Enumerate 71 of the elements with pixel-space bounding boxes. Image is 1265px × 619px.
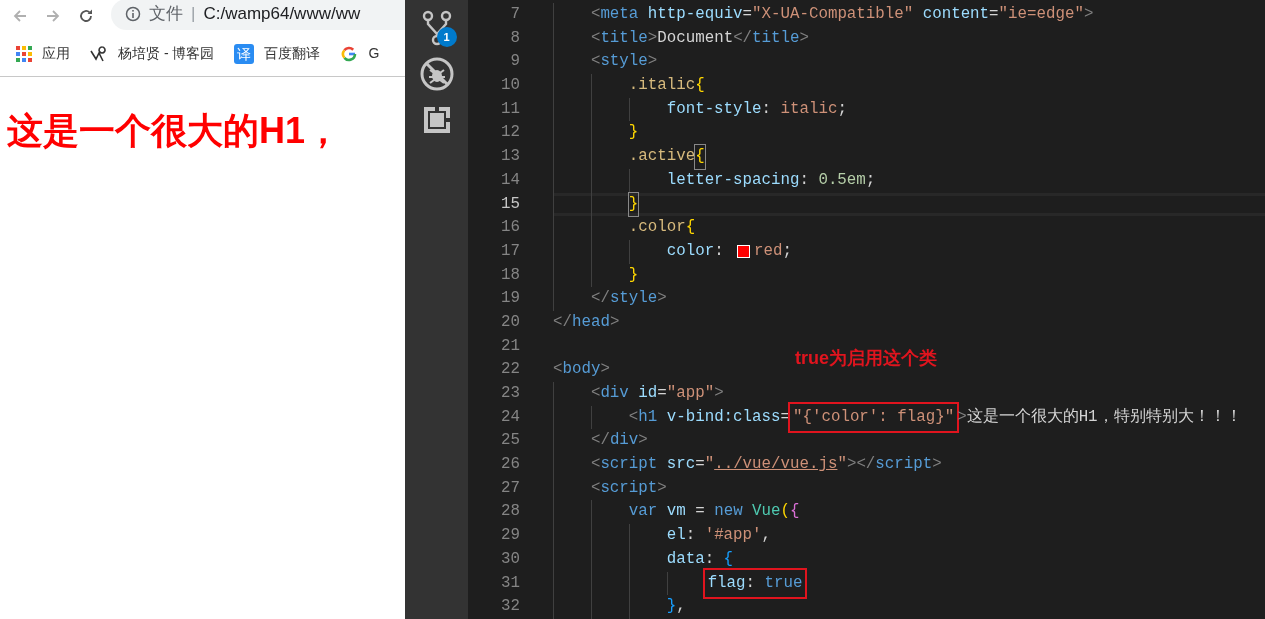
- code-text: </style>: [590, 288, 667, 310]
- code-text: red;: [754, 240, 793, 262]
- line-number: 24: [500, 406, 520, 428]
- code-text: flag: true: [704, 569, 806, 598]
- line-number: 20: [500, 311, 520, 333]
- line-number: 32: [500, 596, 520, 618]
- translate-icon: 译: [234, 43, 255, 64]
- code-text: <div id="app">: [590, 383, 724, 404]
- line-number: 15: [500, 193, 520, 215]
- bookmark[interactable]: 应用: [16, 43, 70, 64]
- code-text: data: {: [666, 548, 734, 570]
- apps-grid-icon: [16, 45, 32, 62]
- g-logo-icon: [340, 44, 359, 63]
- code-text: <meta http-equiv="X-UA-Compatible" content="ie=edge">: [590, 4, 1094, 25]
- line-number: 18: [500, 264, 520, 286]
- separator-mark: |: [191, 3, 196, 26]
- scheme-label: 文件: [149, 3, 183, 26]
- extensions-icon[interactable]: [421, 105, 452, 135]
- line-number: 23: [500, 383, 520, 404]
- line-number: 19: [500, 288, 520, 310]
- bookmark[interactable]: 译 百度翻译: [234, 43, 321, 64]
- code-text: </div>: [590, 430, 648, 452]
- bookmark[interactable]: 杨培贤 - 博客园: [90, 43, 215, 64]
- figure-icon: [90, 44, 108, 63]
- line-number: 16: [500, 217, 520, 239]
- line-number: 7: [509, 4, 520, 25]
- line-number: 10: [500, 75, 520, 97]
- line-number: 26: [500, 454, 520, 476]
- bookmark[interactable]: G: [340, 43, 380, 64]
- url-text: C:/wamp64/www/ww: [203, 3, 361, 26]
- code-text: },: [666, 596, 686, 618]
- code-text: font-style: italic;: [666, 98, 847, 120]
- source-control-icon[interactable]: [420, 10, 453, 46]
- code-text: .italic{: [628, 75, 705, 97]
- code-text: el: '#app',: [666, 525, 772, 547]
- code-text: </head>: [553, 311, 620, 333]
- code-text: }: [628, 192, 639, 217]
- code-text: <script>: [590, 477, 667, 499]
- line-number: 8: [509, 27, 520, 49]
- line-number: 30: [500, 548, 520, 570]
- page-heading: 这是一个很大的H1，: [7, 109, 343, 153]
- line-number: 22: [500, 359, 520, 381]
- line-number: 14: [500, 169, 520, 191]
- line-number: 31: [500, 572, 520, 594]
- line-number: 17: [500, 240, 520, 262]
- code-text: letter-spacing: 0.5em;: [666, 169, 876, 191]
- code-text: color:: [666, 240, 725, 262]
- code-text: <script src="../vue/vue.js"></script>: [590, 454, 942, 476]
- line-number: 21: [500, 335, 520, 357]
- line-number: 29: [500, 525, 520, 547]
- line-number: 9: [509, 51, 520, 73]
- line-number: 13: [500, 146, 520, 168]
- line-number: 27: [500, 477, 520, 499]
- line-number: 12: [500, 122, 520, 144]
- address-bar[interactable]: 文件 | C:/wamp64/www/ww: [111, 0, 405, 30]
- reload-icon[interactable]: [78, 7, 94, 24]
- code-text: var vm = new Vue({: [628, 501, 800, 523]
- notification-badge: 1: [436, 27, 457, 47]
- code-text: <body>: [553, 359, 610, 381]
- code-text: .active{: [628, 145, 705, 169]
- code-text: .color{: [628, 217, 696, 239]
- annotation-label: true为启用这个类: [795, 347, 937, 370]
- code-text: }: [628, 264, 639, 286]
- line-number: 28: [500, 501, 520, 523]
- no-bug-icon[interactable]: [418, 56, 455, 92]
- line-number: 25: [500, 430, 520, 452]
- code-text: <style>: [590, 51, 658, 73]
- info-icon[interactable]: [125, 6, 141, 22]
- line-number: 11: [500, 98, 520, 120]
- code-text: <title>Document</title>: [590, 27, 809, 49]
- code-text: }: [628, 122, 639, 144]
